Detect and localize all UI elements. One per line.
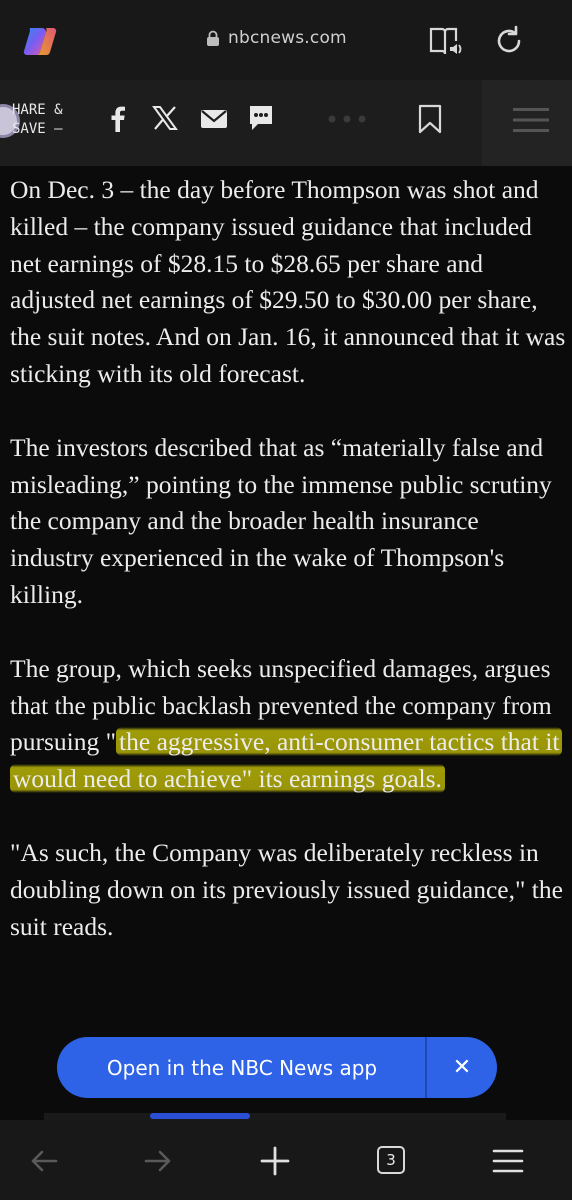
forward-icon[interactable] <box>142 1145 174 1177</box>
menu-icon[interactable] <box>513 107 549 133</box>
close-icon[interactable]: ✕ <box>427 1055 497 1080</box>
open-in-app-banner[interactable]: Open in the NBC News app ✕ <box>57 1037 497 1098</box>
read-aloud-icon[interactable] <box>428 24 464 58</box>
lock-icon <box>207 30 219 46</box>
email-icon[interactable] <box>200 109 228 129</box>
tabs-icon[interactable]: 3 <box>377 1146 405 1174</box>
sms-icon[interactable] <box>248 104 274 132</box>
open-in-app-button[interactable]: Open in the NBC News app <box>57 1056 427 1080</box>
url-text: nbcnews.com <box>228 28 347 48</box>
back-icon[interactable] <box>28 1145 60 1177</box>
article-paragraph: The investors described that as “materia… <box>10 432 552 609</box>
more-icon[interactable] <box>326 114 368 124</box>
article-paragraph: On Dec. 3 – the day before Thompson was … <box>10 175 566 388</box>
new-tab-icon[interactable] <box>259 1145 291 1177</box>
address-bar[interactable]: nbcnews.com <box>206 28 347 48</box>
x-icon[interactable] <box>152 105 178 131</box>
article-paragraph: The group, which seeks unspecified damag… <box>10 651 566 798</box>
scroll-indicator <box>150 1113 250 1119</box>
reload-icon[interactable] <box>492 24 526 58</box>
article-paragraph: "As such, the Company was deliberately r… <box>10 837 563 941</box>
menu-icon[interactable] <box>492 1145 524 1177</box>
bookmark-icon[interactable] <box>416 104 444 134</box>
share-save-label[interactable]: HARE & SAVE — <box>12 101 63 139</box>
facebook-icon[interactable] <box>108 106 126 132</box>
article-body: On Dec. 3 – the day before Thompson was … <box>10 172 566 982</box>
copilot-icon[interactable] <box>22 22 60 60</box>
